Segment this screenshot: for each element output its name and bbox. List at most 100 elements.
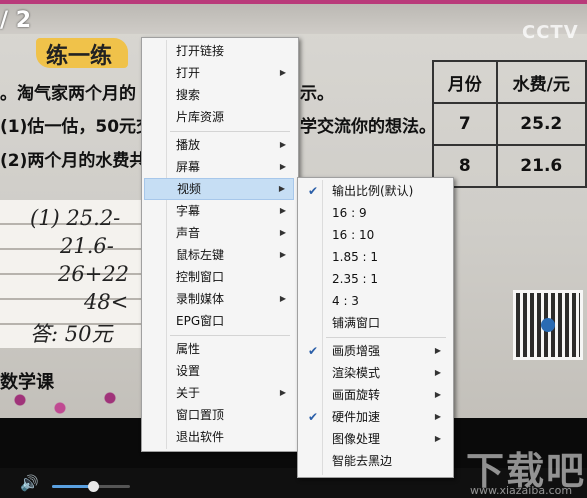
menu-item-label: 16 : 9: [332, 206, 367, 220]
check-icon: ✔: [308, 344, 319, 358]
menu-item-left-click[interactable]: 鼠标左键 ▶: [144, 244, 294, 266]
menu-item-screen[interactable]: 屏幕 ▶: [144, 156, 294, 178]
submenu-arrow-icon: ▶: [279, 68, 286, 77]
menu-item-properties[interactable]: 属性: [144, 338, 294, 360]
menu-item-label: 画质增强: [332, 344, 381, 358]
menu-item-rotate[interactable]: 画面旋转 ▶: [300, 384, 449, 406]
menu-item-label: 铺满窗口: [332, 316, 381, 330]
table-cell: 21.6: [495, 144, 587, 188]
menu-item-smart-crop[interactable]: 智能去黑边: [300, 450, 449, 472]
submenu-arrow-icon: ▶: [434, 412, 441, 421]
menu-item-control-window[interactable]: 控制窗口: [144, 266, 294, 288]
submenu-arrow-icon: ▶: [279, 388, 286, 397]
menu-item-subtitle[interactable]: 字幕 ▶: [144, 200, 294, 222]
question-line-1: 。淘气家两个月的: [0, 84, 136, 104]
context-menu: 打开链接 打开 ▶ 搜索 片库资源 播放 ▶ 屏幕 ▶ 视频 ▶ 字幕 ▶ 声音 ▶ 鼠标左…: [141, 37, 299, 452]
menu-item-label: 窗口置顶: [176, 408, 225, 422]
menu-item-label: 声音: [176, 226, 201, 240]
question-line-1-tail: 示。: [300, 84, 334, 104]
menu-item-about[interactable]: 关于 ▶: [144, 382, 294, 404]
submenu-arrow-icon: ▶: [279, 140, 286, 149]
submenu-arrow-icon: ▶: [434, 346, 441, 355]
menu-item-label: 视频: [177, 182, 202, 196]
menu-separator: [170, 335, 290, 336]
menu-item-always-on-top[interactable]: 窗口置顶: [144, 404, 294, 426]
menu-item-aspect-2-35[interactable]: 2.35 : 1: [300, 268, 449, 290]
menu-item-record-media[interactable]: 录制媒体 ▶: [144, 288, 294, 310]
menu-item-hw-accel[interactable]: ✔ 硬件加速 ▶: [300, 406, 449, 428]
table-header-month: 月份: [432, 60, 498, 104]
menu-separator: [326, 337, 446, 338]
menu-item-aspect-1-85[interactable]: 1.85 : 1: [300, 246, 449, 268]
menu-item-audio[interactable]: 声音 ▶: [144, 222, 294, 244]
exercise-title: 练一练: [46, 44, 113, 69]
menu-item-label: 画面旋转: [332, 388, 381, 402]
submenu-arrow-icon: ▶: [434, 434, 441, 443]
menu-item-play[interactable]: 播放 ▶: [144, 134, 294, 156]
menu-item-label: 字幕: [176, 204, 201, 218]
handwriting-line: 48<: [84, 290, 129, 314]
menu-item-aspect-16-9[interactable]: 16 : 9: [300, 202, 449, 224]
handwriting-line: (1) 25.2-: [30, 206, 121, 230]
menu-item-label: 控制窗口: [176, 270, 225, 284]
handwriting-line: 26+22: [58, 262, 130, 286]
menu-item-label: 片库资源: [176, 110, 225, 124]
page-number: / 2: [0, 8, 32, 33]
menu-item-label: EPG窗口: [176, 314, 225, 328]
video-submenu: ✔ 输出比例(默认) 16 : 9 16 : 10 1.85 : 1 2.35 :…: [297, 177, 454, 478]
qr-code-logo: [541, 318, 555, 332]
table-cell: 25.2: [495, 102, 587, 146]
menu-separator: [170, 131, 290, 132]
menu-item-label: 属性: [176, 342, 201, 356]
flower-decoration: [0, 388, 150, 418]
menu-item-epg-window[interactable]: EPG窗口: [144, 310, 294, 332]
check-icon: ✔: [308, 410, 319, 424]
video-topbar: [0, 0, 587, 34]
menu-item-label: 输出比例(默认): [332, 184, 414, 198]
menu-item-aspect-default[interactable]: ✔ 输出比例(默认): [300, 180, 449, 202]
menu-item-label: 屏幕: [176, 160, 201, 174]
volume-slider-handle[interactable]: [88, 481, 99, 492]
menu-item-open-link[interactable]: 打开链接: [144, 40, 294, 62]
submenu-arrow-icon: ▶: [434, 368, 441, 377]
menu-item-label: 智能去黑边: [332, 454, 393, 468]
menu-item-label: 播放: [176, 138, 201, 152]
handwriting-line: 答: 50元: [30, 322, 113, 346]
menu-item-exit[interactable]: 退出软件: [144, 426, 294, 448]
submenu-arrow-icon: ▶: [278, 184, 285, 193]
menu-item-library[interactable]: 片库资源: [144, 106, 294, 128]
question-line-2: (1)估一估，50元交: [0, 117, 154, 137]
menu-item-fill-window[interactable]: 铺满窗口: [300, 312, 449, 334]
submenu-arrow-icon: ▶: [279, 162, 286, 171]
question-line-2-tail: 学交流你的想法。: [300, 117, 436, 137]
menu-item-label: 渲染模式: [332, 366, 381, 380]
menu-item-label: 录制媒体: [176, 292, 225, 306]
menu-item-image-processing[interactable]: 图像处理 ▶: [300, 428, 449, 450]
menu-item-label: 图像处理: [332, 432, 381, 446]
submenu-arrow-icon: ▶: [279, 250, 286, 259]
volume-icon[interactable]: 🔊: [20, 476, 39, 491]
menu-item-open[interactable]: 打开 ▶: [144, 62, 294, 84]
handwriting-line: 21.6-: [60, 234, 114, 258]
submenu-arrow-icon: ▶: [279, 206, 286, 215]
menu-item-label: 4 : 3: [332, 294, 359, 308]
menu-item-label: 搜索: [176, 88, 201, 102]
submenu-arrow-icon: ▶: [279, 228, 286, 237]
table-header-fee: 水费/元: [495, 60, 587, 104]
menu-item-search[interactable]: 搜索: [144, 84, 294, 106]
menu-item-label: 2.35 : 1: [332, 272, 379, 286]
menu-item-enhance[interactable]: ✔ 画质增强 ▶: [300, 340, 449, 362]
menu-item-label: 鼠标左键: [176, 248, 225, 262]
submenu-arrow-icon: ▶: [434, 390, 441, 399]
menu-item-video[interactable]: 视频 ▶: [144, 178, 294, 200]
menu-item-aspect-16-10[interactable]: 16 : 10: [300, 224, 449, 246]
menu-item-render-mode[interactable]: 渲染模式 ▶: [300, 362, 449, 384]
menu-item-aspect-4-3[interactable]: 4 : 3: [300, 290, 449, 312]
menu-item-label: 16 : 10: [332, 228, 375, 242]
menu-item-label: 退出软件: [176, 430, 225, 444]
question-line-3: (2)两个月的水费共: [0, 151, 147, 171]
menu-item-settings[interactable]: 设置: [144, 360, 294, 382]
menu-item-label: 硬件加速: [332, 410, 381, 424]
menu-item-label: 打开: [176, 66, 201, 80]
menu-item-label: 打开链接: [176, 44, 225, 58]
